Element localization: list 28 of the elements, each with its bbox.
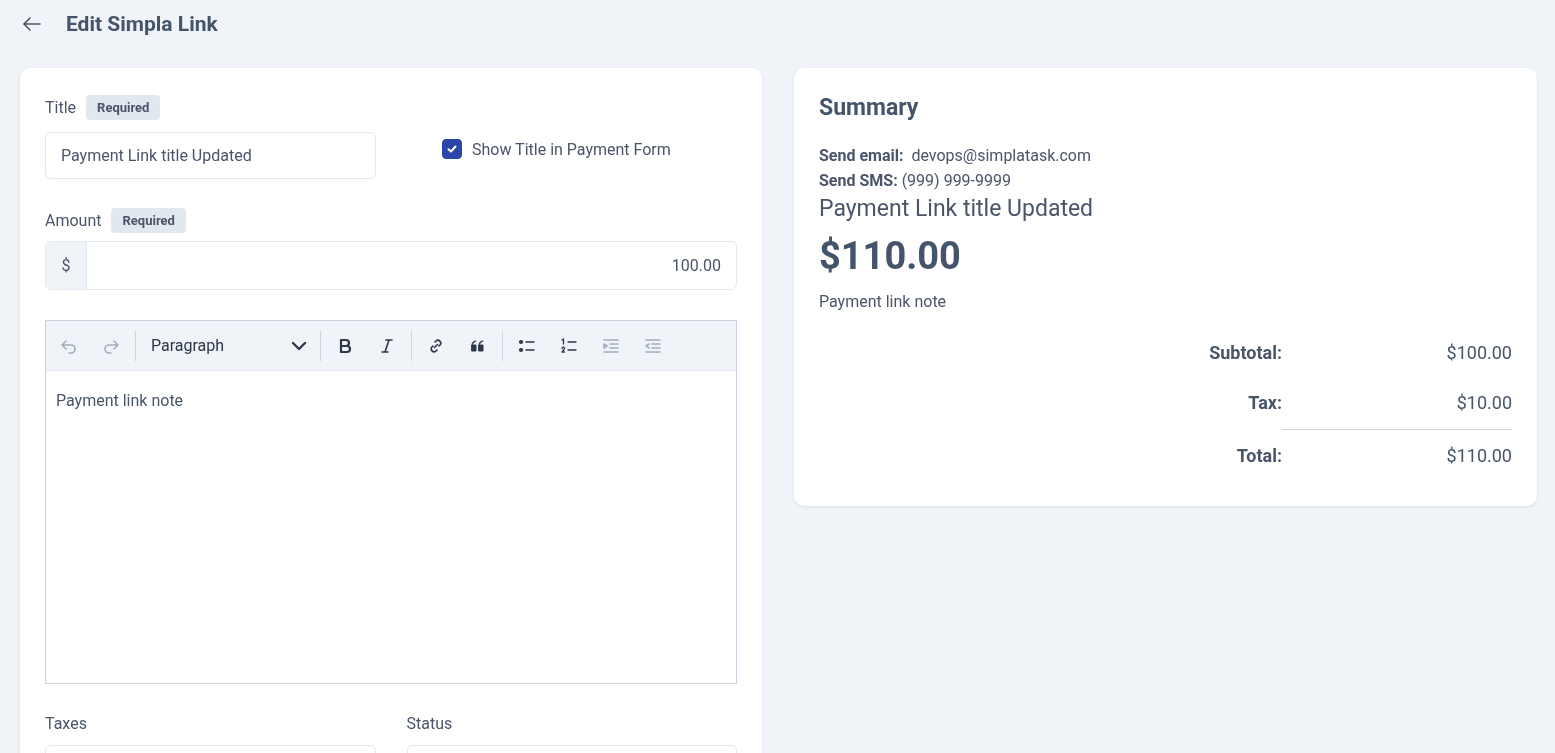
amount-input[interactable]: $ 100.00 xyxy=(45,241,737,290)
back-arrow-icon[interactable] xyxy=(22,16,42,32)
check-icon xyxy=(446,143,458,155)
field-label: Title xyxy=(45,97,77,117)
total-label: Total: xyxy=(1235,444,1282,466)
page-title: Edit Simpla Link xyxy=(66,12,218,36)
link-title: Payment Link title Updated xyxy=(819,195,1095,222)
rich-text-editor[interactable]: Paragraph Payment link note xyxy=(45,320,737,684)
note-text: Payment link note xyxy=(819,292,948,311)
block-format-dropdown[interactable]: Paragraph xyxy=(139,327,317,364)
total-value: $110.00 xyxy=(1445,444,1512,466)
title-input[interactable]: Payment Link title Updated xyxy=(45,132,376,179)
field-label: Taxes xyxy=(45,714,88,733)
required-badge: Required xyxy=(86,94,161,120)
amount-total: $110.00 xyxy=(819,234,962,278)
editor-text: Payment link note xyxy=(55,390,185,412)
field-label: Status xyxy=(406,714,454,733)
field-label: Amount xyxy=(45,210,102,230)
send-email-line: Send email: devops@simplatask.com xyxy=(819,145,1092,167)
total-label: Tax: xyxy=(1247,391,1282,413)
total-value: $100.00 xyxy=(1445,341,1512,363)
numbers-icon xyxy=(559,335,579,356)
required-badge: Required xyxy=(111,207,186,233)
total-value: $10.00 xyxy=(1455,391,1512,413)
send-sms-line: Send SMS: (999) 999-9999 xyxy=(819,170,1012,192)
show-title-checkbox[interactable]: Show Title in Payment Form xyxy=(442,138,671,160)
total-label: Subtotal: xyxy=(1208,341,1282,363)
summary-title: Summary xyxy=(819,94,920,121)
